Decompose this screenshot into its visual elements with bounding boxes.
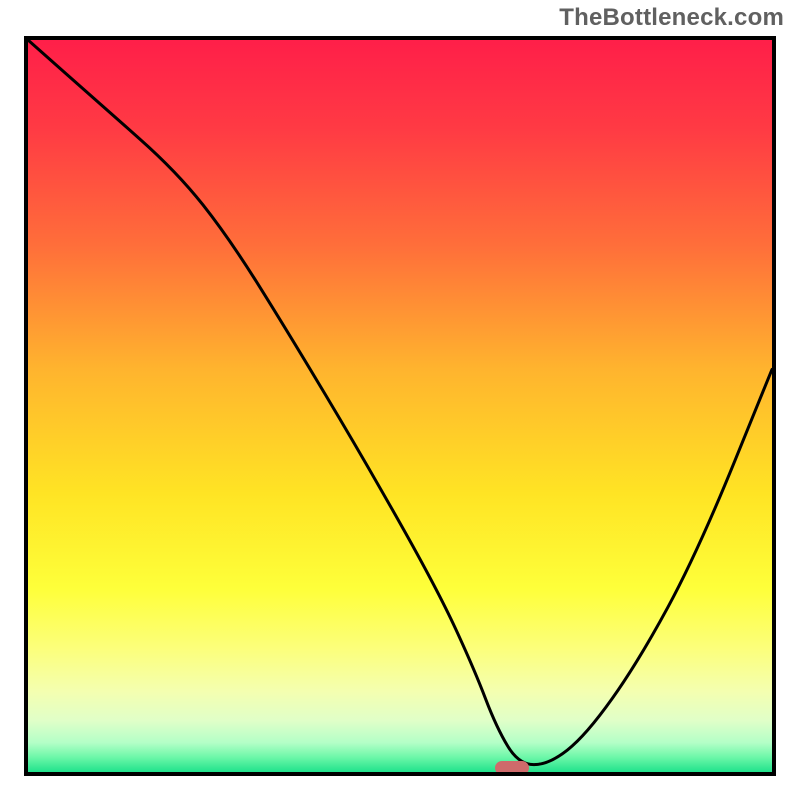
optimal-marker	[495, 761, 529, 775]
bottleneck-curve	[28, 40, 772, 765]
curve-layer	[28, 40, 772, 772]
chart-container: TheBottleneck.com	[0, 0, 800, 800]
plot-area	[24, 36, 776, 776]
watermark-text: TheBottleneck.com	[559, 4, 784, 32]
